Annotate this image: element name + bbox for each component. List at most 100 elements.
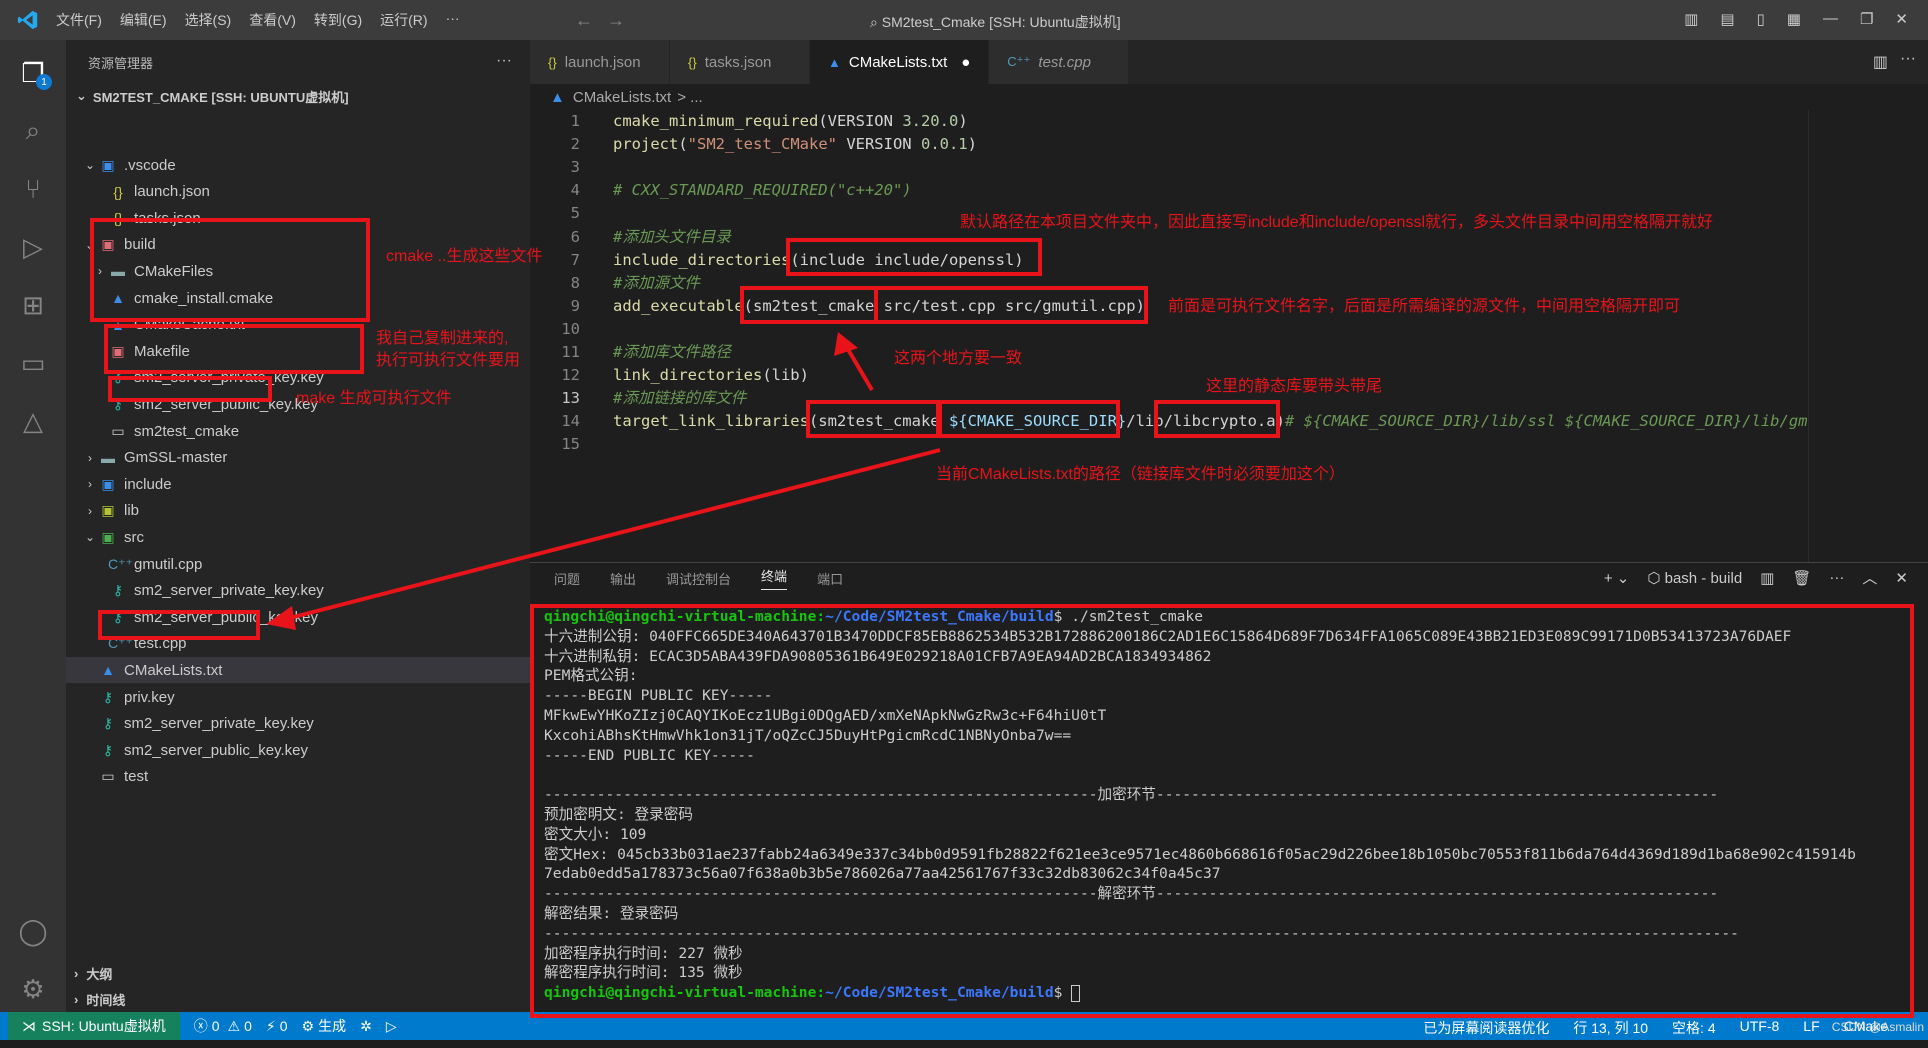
error-icon: ⓧ xyxy=(193,1018,208,1034)
back-arrow-icon[interactable]: ← xyxy=(575,10,607,30)
code-editor[interactable]: 1 2 3 4 5 6 7 8 9 10 11 12 13 14 15 cmake_minimum_requ… xyxy=(530,110,1928,562)
tree-item[interactable]: ⌄ ▣ .vscode xyxy=(66,152,530,178)
editor-tabs: {} launch.json {} tasks.json ▲ CMakeLists.t… xyxy=(530,40,1928,84)
account-icon[interactable]: ◯ xyxy=(12,910,54,952)
close-panel-icon[interactable]: ✕ xyxy=(1895,569,1908,587)
line-number: 14 xyxy=(561,412,580,431)
workspace-root[interactable]: ⌄ SM2TEST_CMAKE [SSH: UBUNTU虚拟机] xyxy=(66,84,530,108)
cursor-position[interactable]: 行 13, 列 10 xyxy=(1573,1018,1648,1038)
minimize-icon[interactable]: — xyxy=(1823,10,1838,28)
maximize-panel-icon[interactable]: ︿ xyxy=(1862,567,1877,588)
vscode-folder-icon: ▣ xyxy=(101,156,115,173)
include-folder-icon: ▣ xyxy=(101,475,115,492)
split-terminal-icon[interactable]: ▥ xyxy=(1760,569,1774,587)
tab-cmakelists[interactable]: ▲ CMakeLists.txt ● xyxy=(810,40,990,84)
menu-item[interactable]: 选择(S) xyxy=(185,10,232,30)
window-title[interactable]: ⌕ SM2test_Cmake [SSH: Ubuntu虚拟机] xyxy=(870,12,1121,32)
close-window-icon[interactable]: ✕ xyxy=(1895,10,1908,28)
chevron-right-icon: › xyxy=(74,991,79,1007)
tree-item-label: include xyxy=(124,475,172,493)
code-token: cmake_minimum_required xyxy=(613,112,819,130)
tree-item[interactable]: ⚷ sm2_server_private_key.key xyxy=(66,578,530,604)
build-button[interactable]: ⚙ 生成 xyxy=(302,1016,347,1036)
source-control-icon[interactable]: ⑂ xyxy=(12,168,54,210)
tree-item[interactable]: ▲ CMakeLists.txt xyxy=(66,657,530,684)
terminal-shell-label[interactable]: ⬡ bash - build xyxy=(1647,569,1742,587)
forward-arrow-icon[interactable]: → xyxy=(607,10,639,30)
tree-item-label: CMakeLists.txt xyxy=(124,661,223,679)
toggle-sidebar-icon[interactable]: ▥ xyxy=(1684,10,1698,28)
toggle-secondary-sidebar-icon[interactable]: ▯ xyxy=(1757,10,1765,28)
more-actions-icon[interactable]: ··· xyxy=(496,52,512,70)
tree-item[interactable]: ⌄ ▣ src xyxy=(66,524,530,550)
panel-tab[interactable]: 输出 xyxy=(610,569,636,588)
tree-item-label: GmSSL-master xyxy=(124,449,228,467)
annotation-copied-keys: 我自己复制进来的, 执行可执行文件要用 xyxy=(376,330,521,369)
code-token: # ${CMAKE_SOURCE_DIR}/lib/ssl ${CMAKE_SO… xyxy=(1284,412,1808,431)
tab-tasks-json[interactable]: {} tasks.json xyxy=(670,40,810,84)
activity-bar: ❐ 1 ⌕ ⑂ ▷ ⊞ ▭ △ ◯ ⚙ xyxy=(0,40,66,1012)
tree-item[interactable]: › ▬ GmSSL-master xyxy=(66,445,530,471)
tab-test-cpp[interactable]: C⁺⁺ test.cpp xyxy=(989,40,1130,84)
panel-tab[interactable]: 终端 xyxy=(761,566,788,590)
chevron-down-icon: ⌄ xyxy=(76,88,87,103)
tree-item[interactable]: ⚷ sm2_server_private_key.key xyxy=(66,711,530,737)
new-terminal-icon[interactable]: + ⌄ xyxy=(1604,569,1630,587)
unsaved-dot-icon[interactable]: ● xyxy=(961,54,970,71)
tab-launch-json[interactable]: {} launch.json xyxy=(530,40,670,84)
tree-item[interactable]: › ▣ lib xyxy=(66,498,530,524)
remote-indicator[interactable]: ⋊ SSH: Ubuntu虚拟机 xyxy=(8,1012,180,1040)
ports-status[interactable]: ⚡ 0 xyxy=(266,1018,288,1035)
tab-more-icon[interactable]: ··· xyxy=(1900,50,1916,68)
restore-icon[interactable]: ❐ xyxy=(1860,10,1873,28)
timeline-section[interactable]: › 时间线 xyxy=(66,986,530,1012)
cpp-file-icon: C⁺⁺ xyxy=(108,555,133,572)
line-number: 5 xyxy=(570,204,580,223)
indentation[interactable]: 空格: 4 xyxy=(1672,1018,1716,1038)
tree-item[interactable]: C⁺⁺ gmutil.cpp xyxy=(66,551,530,577)
panel-tab[interactable]: 调试控制台 xyxy=(666,569,731,588)
panel-tab[interactable]: 端口 xyxy=(817,569,843,588)
tree-item[interactable]: › ▣ include xyxy=(66,471,530,497)
more-icon[interactable]: ··· xyxy=(1829,569,1844,586)
menu-item[interactable]: 运行(R) xyxy=(380,10,427,30)
cmake-icon[interactable]: △ xyxy=(12,400,54,442)
tree-item[interactable]: ⚷ priv.key xyxy=(66,684,530,710)
chevron-right-icon: › xyxy=(88,450,92,465)
settings-gear-icon[interactable]: ⚙ xyxy=(12,968,54,1010)
minimap[interactable] xyxy=(1808,110,1928,562)
code-token: ) xyxy=(958,112,968,130)
extensions-icon[interactable]: ⊞ xyxy=(12,284,54,326)
outline-section[interactable]: › 大纲 xyxy=(66,960,530,986)
debug-button[interactable]: ✲ xyxy=(360,1018,372,1035)
menu-item[interactable]: 文件(F) xyxy=(56,10,102,30)
eol[interactable]: LF xyxy=(1803,1018,1819,1038)
menu-item[interactable]: ··· xyxy=(446,10,460,30)
tree-item[interactable]: {} launch.json xyxy=(66,179,530,205)
remote-explorer-icon[interactable]: ▭ xyxy=(12,342,54,384)
encoding[interactable]: UTF-8 xyxy=(1740,1018,1780,1038)
menu-item[interactable]: 查看(V) xyxy=(249,10,296,30)
annotation-same-note: 这两个地方要一致 xyxy=(894,350,1023,367)
chevron-right-icon: › xyxy=(74,965,79,981)
menu-item[interactable]: 转到(G) xyxy=(314,10,362,30)
toggle-panel-icon[interactable]: ▤ xyxy=(1720,10,1734,28)
search-icon[interactable]: ⌕ xyxy=(12,110,54,152)
menu-item[interactable]: 编辑(E) xyxy=(120,10,167,30)
run-button[interactable]: ▷ xyxy=(386,1018,397,1035)
tree-item[interactable]: ▭ test xyxy=(66,764,530,790)
tree-item[interactable]: ⚷ sm2_server_public_key.key xyxy=(66,737,530,763)
annotation-box-exec-name xyxy=(740,286,878,324)
problems-status[interactable]: ⓧ 0 ⚠ 0 xyxy=(194,1016,252,1036)
explorer-icon[interactable]: ❐ 1 xyxy=(12,52,54,94)
code-line: cmake_minimum_required(VERSION 3.20.0) xyxy=(613,110,968,133)
annotation-box-exec xyxy=(108,376,272,402)
line-number: 2 xyxy=(570,135,580,154)
run-debug-icon[interactable]: ▷ xyxy=(12,226,54,268)
kill-terminal-icon[interactable]: 🗑 xyxy=(1792,569,1811,587)
split-editor-icon[interactable]: ▥ xyxy=(1873,52,1888,72)
panel-tab[interactable]: 问题 xyxy=(554,569,580,588)
layout-icon[interactable]: ▦ xyxy=(1787,10,1801,28)
screen-reader-status[interactable]: 已为屏幕阅读器优化 xyxy=(1423,1018,1549,1038)
tree-item[interactable]: ▭ sm2test_cmake xyxy=(66,418,530,444)
